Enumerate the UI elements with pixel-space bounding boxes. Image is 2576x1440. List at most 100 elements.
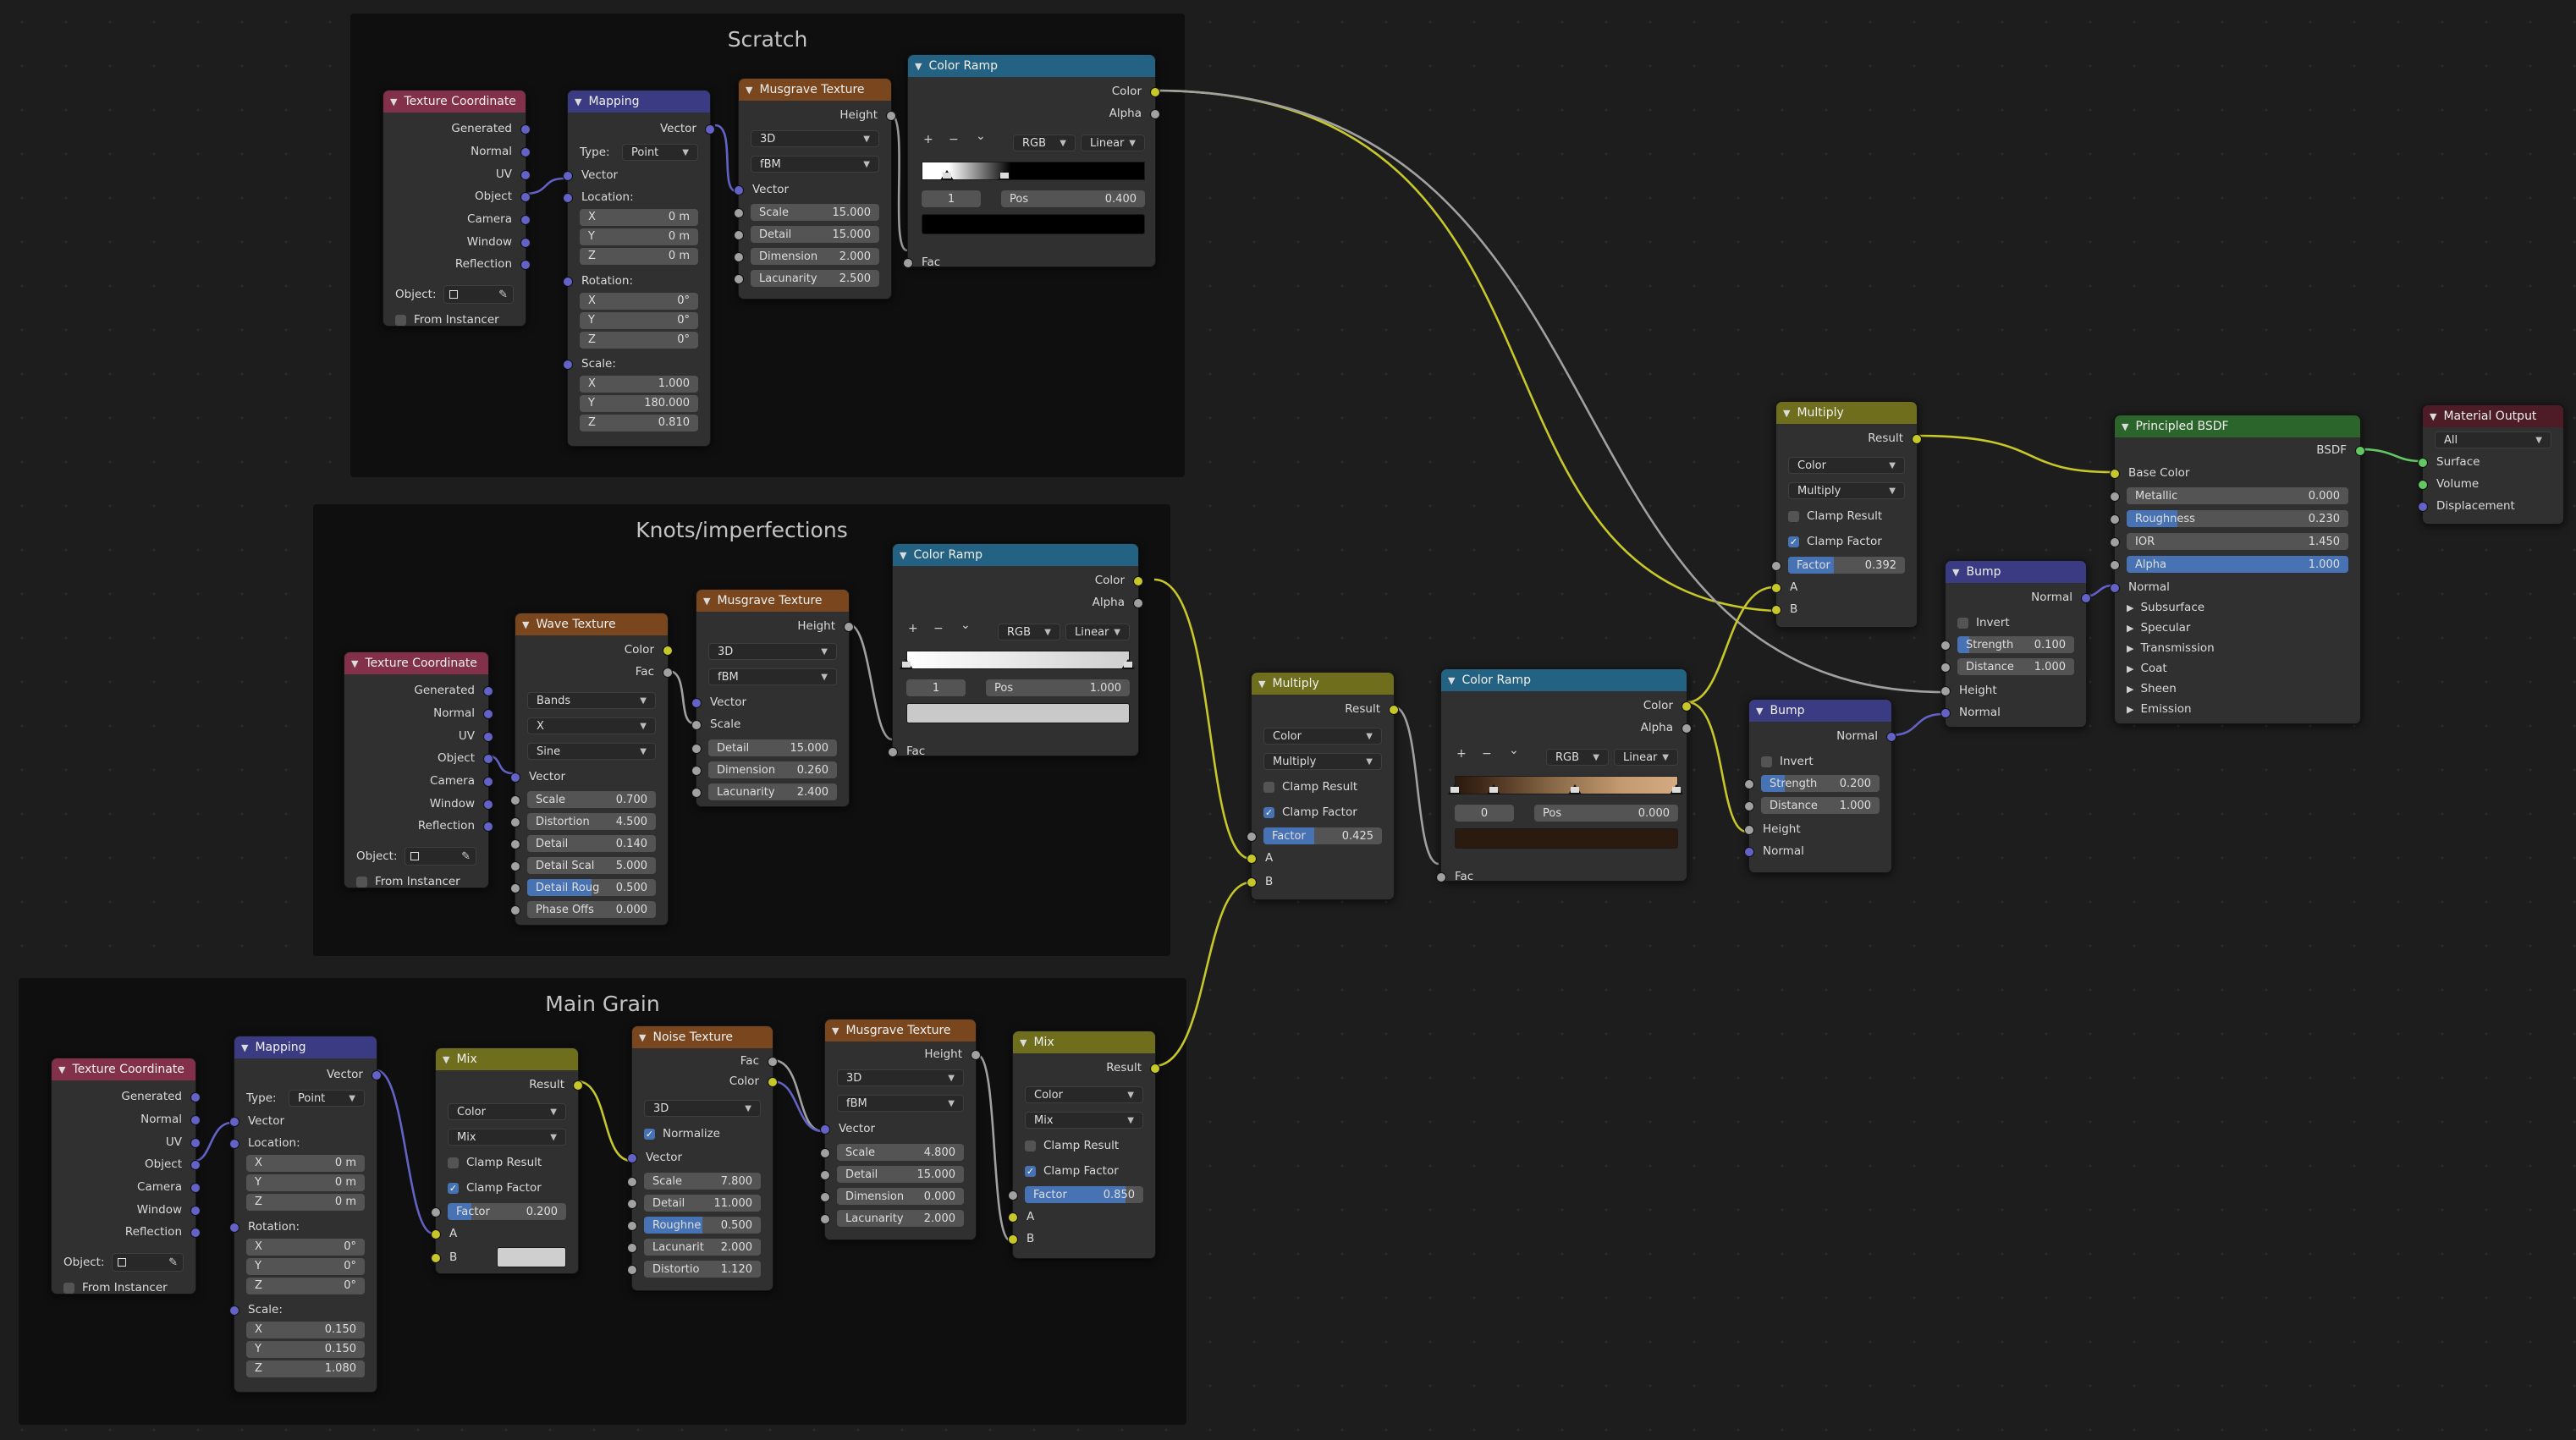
collapse-chevron-icon[interactable]: ▼ [915,61,922,72]
input-socket[interactable] [1771,583,1781,593]
output-socket[interactable] [768,1057,778,1067]
input-socket[interactable] [563,277,573,287]
direction-dropdown[interactable]: X ▼ [527,717,656,734]
output-socket[interactable] [768,1077,778,1087]
output-socket[interactable] [1133,576,1143,586]
distortion-field[interactable]: Distortio 1.120 [644,1261,761,1278]
ramp-stop-handle[interactable] [998,170,1011,180]
input-socket[interactable] [1008,1234,1018,1245]
collapse-chevron-icon[interactable]: ▼ [900,550,906,561]
input-socket[interactable] [1771,561,1781,571]
input-socket[interactable] [1940,686,1951,696]
output-socket[interactable] [971,1050,981,1060]
blend-mode-dropdown[interactable]: Multiply ▼ [1263,753,1382,770]
collapse-chevron-icon[interactable]: ▼ [443,1054,449,1065]
ramp-stop-handle[interactable] [1448,784,1461,794]
ramp-stop-handle[interactable] [1568,784,1582,794]
object-field[interactable]: ✎ [443,285,514,304]
panel-emission[interactable]: ▶ Emission [2115,698,2360,720]
ramp-menu-chevron-icon[interactable]: ⌄ [960,618,971,632]
ramp-stop-handle[interactable] [900,659,913,669]
input-socket[interactable] [2418,480,2428,490]
input-socket[interactable] [734,208,744,218]
output-socket[interactable] [483,732,493,742]
collapse-chevron-icon[interactable]: ▼ [1756,706,1763,717]
rotation-x-field[interactable]: X 0° [246,1238,365,1256]
collapse-chevron-icon[interactable]: ▼ [1952,567,1959,578]
node-mix-grain-1[interactable]: ▼ Mix Result Color ▼ Mix ▼ Clamp Result ✓ Cl… [431,1047,583,1274]
color-mode-dropdown[interactable]: RGB ▼ [998,624,1060,640]
input-socket[interactable] [691,744,702,754]
stop-position-field[interactable]: Pos 0.000 [1534,805,1678,822]
input-socket[interactable] [627,1265,637,1275]
output-socket[interactable] [190,1183,201,1193]
output-socket[interactable] [520,260,531,270]
interpolation-dropdown[interactable]: Linear ▼ [1065,624,1130,640]
input-socket[interactable] [563,193,573,203]
input-socket[interactable] [1744,779,1754,789]
output-socket[interactable] [705,124,715,135]
clamp-result-checkbox[interactable] [1263,781,1274,793]
node-mix-grain-2[interactable]: ▼ Mix Result Color ▼ Mix ▼ Clamp Result ✓ Cl… [1008,1031,1160,1259]
scale-x-field[interactable]: X 0.150 [246,1321,365,1338]
interpolation-dropdown[interactable]: Linear ▼ [1081,135,1145,151]
output-socket[interactable] [483,777,493,787]
lacunarity-field[interactable]: Lacunarit 2.000 [644,1239,761,1256]
node-material-output[interactable]: ▼ Material Output All ▼ Surface Volume Dis… [2418,404,2564,525]
input-socket[interactable] [510,905,520,915]
scale-z-field[interactable]: Z 0.810 [580,414,698,431]
musgrave-type-dropdown[interactable]: fBM ▼ [708,668,837,685]
collapse-chevron-icon[interactable]: ▼ [639,1032,646,1043]
input-socket[interactable] [820,1170,830,1180]
normalize-checkbox[interactable]: ✓ [644,1128,655,1140]
collapse-chevron-icon[interactable]: ▼ [703,596,710,607]
input-socket[interactable] [2110,537,2120,547]
input-socket[interactable] [1247,832,1257,842]
output-socket[interactable] [483,754,493,764]
clamp-result-checkbox[interactable] [1788,510,1799,522]
scale-field[interactable]: Scale 15.000 [751,204,879,221]
from-instancer-checkbox[interactable] [395,314,406,326]
output-socket[interactable] [190,1092,201,1102]
output-socket[interactable] [1389,705,1399,715]
input-socket[interactable] [734,185,744,195]
clamp-result-checkbox[interactable] [1025,1140,1036,1151]
output-socket[interactable] [1912,434,1922,444]
node-texture-coordinate-grain[interactable]: ▼ Texture Coordinate Generated Normal UV … [51,1058,201,1294]
output-socket[interactable] [1150,109,1160,119]
stop-index-field[interactable]: 1 [922,190,981,207]
blend-mode-dropdown[interactable]: Mix ▼ [448,1129,566,1146]
panel-transmission[interactable]: ▶ Transmission [2115,637,2360,659]
color-mode-dropdown[interactable]: RGB ▼ [1546,749,1609,766]
from-instancer-checkbox[interactable] [63,1282,74,1294]
ior-field[interactable]: IOR 1.450 [2127,533,2348,550]
data-type-dropdown[interactable]: Color ▼ [1025,1086,1143,1103]
input-socket[interactable] [2110,469,2120,479]
data-type-dropdown[interactable]: Color ▼ [1788,457,1905,474]
input-socket[interactable] [627,1153,637,1163]
input-socket[interactable] [510,861,520,871]
strength-field[interactable]: Strength 0.200 [1761,775,1880,792]
eyedropper-icon[interactable]: ✎ [498,289,508,301]
input-socket[interactable] [563,360,573,370]
dimensions-dropdown[interactable]: 3D ▼ [837,1069,964,1086]
node-mapping-grain[interactable]: ▼ Mapping Vector Type: Point ▼ Vector Locat… [229,1036,382,1393]
node-texture-coordinate-scratch[interactable]: ▼ Texture Coordinate Generated Normal UV … [383,90,531,327]
input-socket[interactable] [510,795,520,805]
collapse-chevron-icon[interactable]: ▼ [1448,675,1455,686]
input-socket[interactable] [1008,1190,1018,1201]
node-bump-2[interactable]: ▼ Bump Normal Invert Strength 0.100 Distan… [1940,560,2091,728]
from-instancer-checkbox[interactable] [356,876,367,888]
node-musgrave-scratch[interactable]: ▼ Musgrave Texture Height 3D ▼ fBM ▼ Vector… [734,78,896,300]
data-type-dropdown[interactable]: Color ▼ [448,1103,566,1120]
output-socket[interactable] [483,822,493,832]
type-dropdown[interactable]: Point ▼ [289,1090,365,1107]
collapse-chevron-icon[interactable]: ▼ [832,1025,839,1036]
lacunarity-field[interactable]: Lacunarity 2.400 [708,783,837,800]
scale-field[interactable]: Scale 0.700 [527,791,656,808]
output-socket[interactable] [1886,732,1896,742]
input-socket[interactable] [1744,847,1754,857]
location-x-field[interactable]: X0 m [246,1154,365,1172]
clamp-factor-checkbox[interactable]: ✓ [1788,536,1799,547]
input-socket[interactable] [510,772,520,783]
